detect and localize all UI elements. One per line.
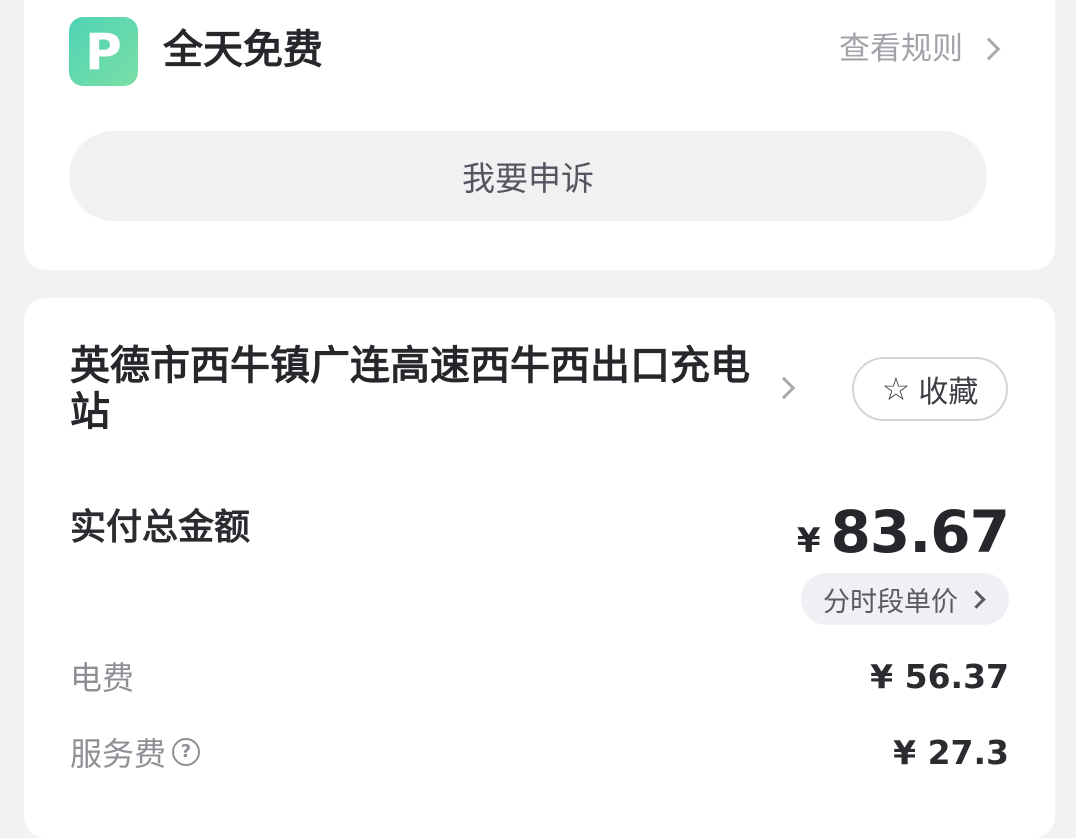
help-icon[interactable]: ?: [172, 738, 201, 766]
electricity-fee-row: 电费 ¥ 56.37: [70, 653, 1009, 699]
service-fee-label: 服务费: [70, 735, 167, 773]
view-rules-link[interactable]: 查看规则: [839, 28, 1001, 70]
appeal-button[interactable]: 我要申诉: [69, 131, 987, 221]
favorite-label: 收藏: [918, 375, 979, 410]
service-fee-label-group: 服务费 ?: [70, 729, 201, 775]
parking-logo-icon: P: [69, 17, 138, 86]
electricity-fee-label: 电费: [70, 659, 135, 697]
total-paid-amount: ¥ 83.67: [796, 498, 1010, 566]
service-fee-value: ¥ 27.3: [893, 732, 1009, 772]
chevron-right-icon: [977, 37, 1001, 61]
service-fee-row: 服务费 ? ¥ 27.3: [70, 729, 1009, 775]
star-icon: ☆: [881, 370, 911, 408]
station-name[interactable]: 英德市西牛镇广连高速西牛西出口充电站: [70, 343, 770, 435]
electricity-fee-value: ¥ 56.37: [870, 656, 1009, 696]
favorite-button[interactable]: ☆ 收藏: [852, 357, 1008, 421]
currency-symbol: ¥: [796, 521, 821, 561]
parking-fee-title: 全天免费: [163, 27, 323, 73]
chevron-right-icon: [967, 589, 986, 609]
station-card: 英德市西牛镇广连高速西牛西出口充电站 ☆ 收藏 实付总金额 ¥ 83.67 分时…: [24, 298, 1055, 838]
total-paid-label: 实付总金额: [70, 507, 251, 548]
parking-card: P 全天免费 查看规则 我要申诉: [24, 0, 1055, 270]
parking-logo-letter: P: [85, 22, 122, 81]
time-of-use-price-button[interactable]: 分时段单价: [801, 573, 1009, 625]
time-of-use-price-label: 分时段单价: [823, 586, 958, 618]
view-rules-label: 查看规则: [839, 31, 963, 67]
chevron-right-icon[interactable]: [772, 376, 796, 400]
total-amount-value: 83.67: [830, 498, 1010, 566]
